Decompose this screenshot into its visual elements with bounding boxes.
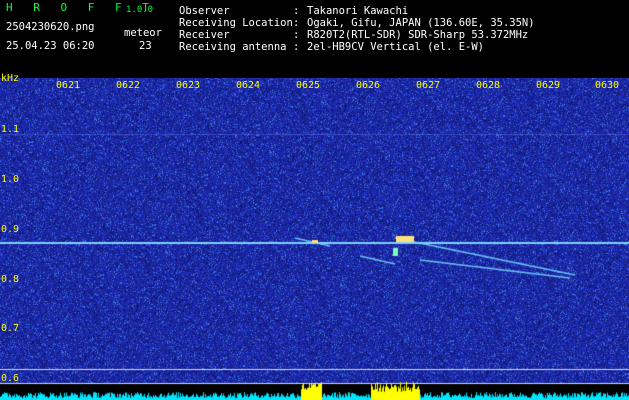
y-tick-label: 1.0 [1,174,20,185]
x-tick-label: 0621 [56,80,81,91]
info-colon: : [293,29,300,41]
info-key-observer: Observer [179,5,230,17]
info-value-antenna: 2el-HB9CV Vertical (el. E-W) [307,41,485,53]
app-version: 1.0.0 [126,5,154,15]
x-tick-label: 0626 [356,80,381,91]
date-time: 25.04.23 06:20 [6,40,95,52]
y-tick-label: 0.9 [1,224,20,235]
x-tick-label: 0624 [236,80,261,91]
y-axis-unit: kHz [1,73,20,84]
x-tick-label: 0625 [296,80,321,91]
y-tick-label: 1.1 [1,124,20,135]
y-tick-label: 0.7 [1,323,20,334]
header-panel: H R O F F T 1.0.0 2504230620.png meteor … [0,0,629,78]
info-colon: : [293,5,300,17]
x-tick-label: 0622 [116,80,141,91]
x-tick-label: 0627 [416,80,441,91]
info-key-antenna: Receiving antenna [179,41,287,53]
x-tick-label: 0623 [176,80,201,91]
info-value-receiver: R820T2(RTL-SDR) SDR-Sharp 53.372MHz [307,29,529,41]
y-tick-label: 0.6 [1,373,20,384]
info-key-location: Receiving Location [179,17,293,29]
spectrogram [0,78,629,400]
y-tick-label: 0.8 [1,274,20,285]
file-name: 2504230620.png [6,21,95,33]
x-tick-label: 0630 [595,80,620,91]
info-value-observer: Takanori Kawachi [307,5,409,17]
info-colon: : [293,41,300,53]
meteor-count: 23 [139,40,152,52]
info-value-location: Ogaki, Gifu, JAPAN (136.60E, 35.35N) [307,17,535,29]
info-colon: : [293,17,300,29]
meteor-label: meteor [124,27,162,39]
x-tick-label: 0629 [536,80,561,91]
info-key-receiver: Receiver [179,29,230,41]
x-tick-label: 0628 [476,80,501,91]
